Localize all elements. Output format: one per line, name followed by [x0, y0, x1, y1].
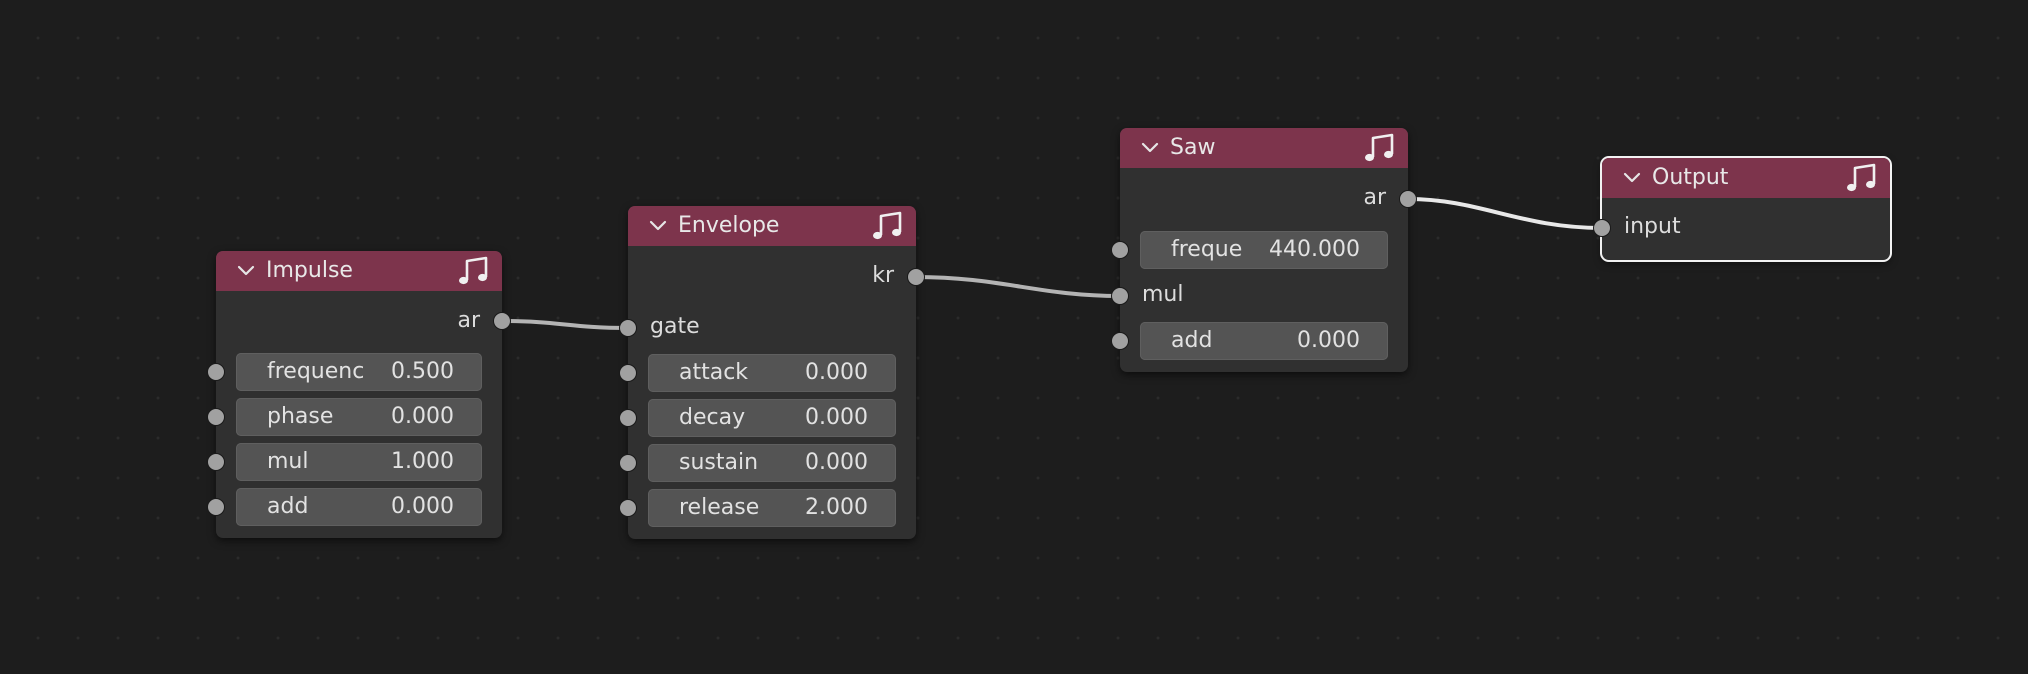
- impulse-mul-field[interactable]: mul 1.000: [236, 443, 482, 481]
- output-node-header[interactable]: Output: [1602, 158, 1890, 198]
- impulse-mul-socket[interactable]: [207, 453, 225, 471]
- chevron-down-icon[interactable]: [1622, 168, 1642, 188]
- envelope-gate-socket[interactable]: [619, 319, 637, 337]
- field-label: add: [267, 494, 309, 519]
- envelope-node[interactable]: Envelope kr gate attack 0.000 decay 0.00…: [619, 206, 925, 539]
- field-label: add: [1171, 328, 1213, 353]
- envelope-attack-socket[interactable]: [619, 364, 637, 382]
- envelope-sustain-field[interactable]: sustain 0.000: [648, 444, 896, 482]
- envelope-release-field[interactable]: release 2.000: [648, 489, 896, 527]
- saw-node-header[interactable]: Saw: [1120, 128, 1408, 168]
- envelope-decay-socket[interactable]: [619, 409, 637, 427]
- node-editor-canvas[interactable]: Impulse ar frequenc 0.500 phase 0.000 mu…: [0, 0, 2028, 674]
- link-saw-to-output[interactable]: [1407, 197, 1603, 230]
- field-label: sustain: [679, 450, 759, 475]
- field-value: 0.000: [391, 494, 454, 519]
- impulse-frequency-socket[interactable]: [207, 363, 225, 381]
- field-value: 2.000: [805, 495, 868, 520]
- envelope-node-title: Envelope: [678, 213, 780, 238]
- field-label: phase: [267, 404, 334, 429]
- music-note-icon: [1847, 163, 1876, 192]
- output-node[interactable]: Output input: [1593, 156, 1892, 262]
- chevron-down-icon[interactable]: [1140, 138, 1160, 158]
- field-label: release: [679, 495, 760, 520]
- envelope-decay-field[interactable]: decay 0.000: [648, 399, 896, 437]
- saw-mul-label: mul: [1142, 282, 1184, 307]
- impulse-node-title: Impulse: [266, 258, 353, 283]
- music-note-icon: [873, 211, 902, 240]
- link-envelope-to-saw[interactable]: [915, 275, 1121, 298]
- saw-node[interactable]: Saw ar freque 440.000 mul add 0.000: [1111, 128, 1417, 372]
- chevron-down-icon[interactable]: [236, 261, 256, 281]
- impulse-add-field[interactable]: add 0.000: [236, 488, 482, 526]
- field-value: 1.000: [391, 449, 454, 474]
- impulse-node[interactable]: Impulse ar frequenc 0.500 phase 0.000 mu…: [207, 251, 511, 538]
- envelope-attack-field[interactable]: attack 0.000: [648, 354, 896, 392]
- output-input-label: input: [1624, 214, 1681, 239]
- envelope-output-label: kr: [872, 263, 894, 288]
- saw-node-title: Saw: [1170, 135, 1216, 160]
- field-label: freque: [1171, 237, 1243, 262]
- field-value: 0.000: [1297, 328, 1360, 353]
- envelope-sustain-socket[interactable]: [619, 454, 637, 472]
- field-label: decay: [679, 405, 746, 430]
- saw-add-socket[interactable]: [1111, 332, 1129, 350]
- field-value: 440.000: [1269, 237, 1360, 262]
- impulse-phase-socket[interactable]: [207, 408, 225, 426]
- field-label: frequenc: [267, 359, 365, 384]
- impulse-output-label: ar: [457, 308, 480, 333]
- saw-output-socket[interactable]: [1399, 190, 1417, 208]
- impulse-output-socket[interactable]: [493, 312, 511, 330]
- impulse-node-header[interactable]: Impulse: [216, 251, 502, 291]
- envelope-gate-label: gate: [650, 314, 700, 339]
- link-impulse-to-envelope[interactable]: [501, 319, 629, 330]
- field-value: 0.000: [805, 450, 868, 475]
- saw-mul-socket[interactable]: [1111, 287, 1129, 305]
- field-value: 0.000: [391, 404, 454, 429]
- music-note-icon: [459, 256, 488, 285]
- envelope-node-header[interactable]: Envelope: [628, 206, 916, 246]
- envelope-output-socket[interactable]: [907, 268, 925, 286]
- saw-output-label: ar: [1363, 185, 1386, 210]
- output-node-title: Output: [1652, 165, 1729, 190]
- music-note-icon: [1365, 133, 1394, 162]
- impulse-add-socket[interactable]: [207, 498, 225, 516]
- impulse-frequency-field[interactable]: frequenc 0.500: [236, 353, 482, 391]
- output-input-socket[interactable]: [1593, 219, 1611, 237]
- saw-add-field[interactable]: add 0.000: [1140, 322, 1388, 360]
- impulse-phase-field[interactable]: phase 0.000: [236, 398, 482, 436]
- field-value: 0.000: [805, 405, 868, 430]
- field-label: attack: [679, 360, 749, 385]
- field-value: 0.000: [805, 360, 868, 385]
- envelope-release-socket[interactable]: [619, 499, 637, 517]
- saw-frequency-socket[interactable]: [1111, 241, 1129, 259]
- field-label: mul: [267, 449, 309, 474]
- field-value: 0.500: [391, 359, 454, 384]
- saw-frequency-field[interactable]: freque 440.000: [1140, 231, 1388, 269]
- chevron-down-icon[interactable]: [648, 216, 668, 236]
